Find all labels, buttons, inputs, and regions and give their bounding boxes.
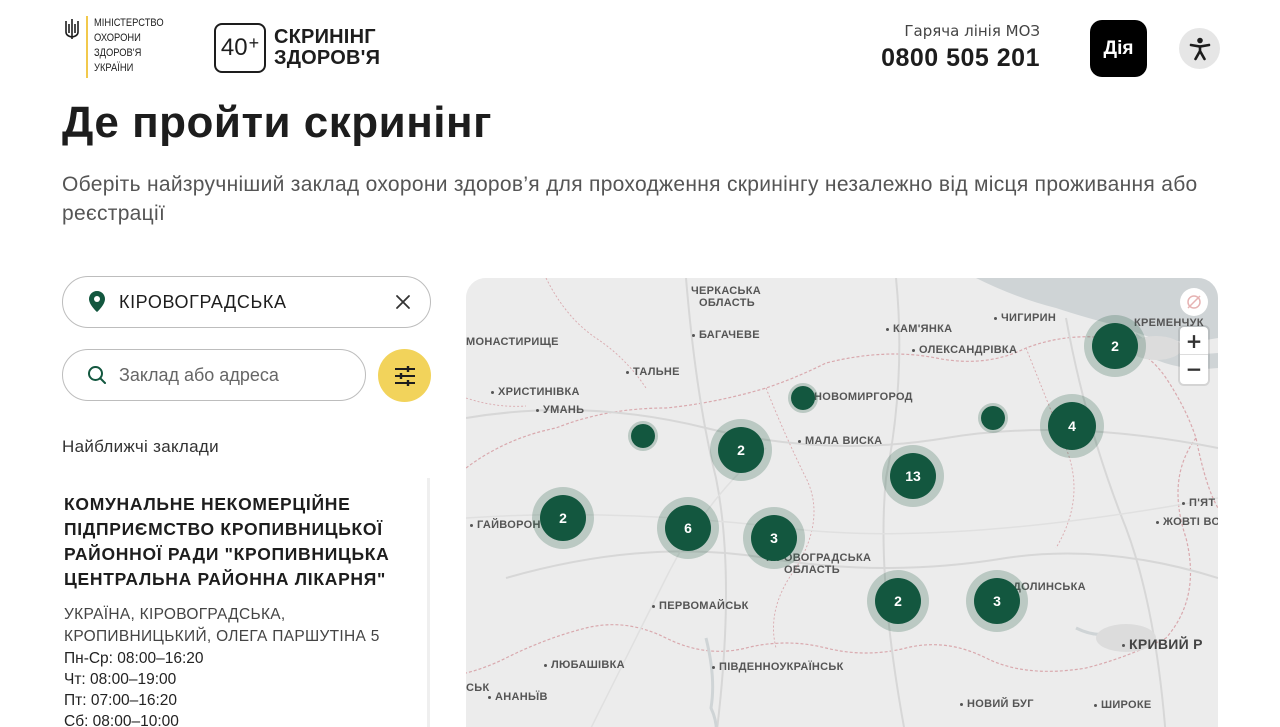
location-disabled-icon xyxy=(1187,295,1201,309)
screening-line-2: ЗДОРОВ'Я xyxy=(274,47,381,69)
map-city-label: ЧИГИРИН xyxy=(994,312,1056,324)
map-city-label: ЖОВТІ ВОД xyxy=(1156,516,1218,528)
search-icon xyxy=(88,366,106,384)
map-cluster-marker[interactable]: 13 xyxy=(882,445,944,507)
map-cluster-count xyxy=(791,386,815,410)
diia-button[interactable]: Дія xyxy=(1090,20,1147,77)
map-city-label: П'ЯТ xyxy=(1182,497,1215,509)
map-city-label: ЧЕРКАСЬКА xyxy=(691,285,761,297)
map-city-label: УМАНЬ xyxy=(536,404,584,416)
map-city-label: ЛЮБАШІВКА xyxy=(544,659,625,671)
accessibility-button[interactable] xyxy=(1179,28,1220,69)
search-box[interactable] xyxy=(62,349,366,401)
facility-hours-row: Пт: 07:00–16:20 xyxy=(64,692,178,709)
location-pin-icon xyxy=(89,291,105,312)
hotline: Гаряча лінія МОЗ 0800 505 201 xyxy=(881,22,1040,73)
map-location-marker[interactable] xyxy=(978,403,1008,433)
map[interactable]: ЧЕРКАСЬКА ОБЛАСТЬ БАГАЧЕВЕ КАМ'ЯНКА ЧИГИ… xyxy=(466,278,1218,727)
moz-logo[interactable]: МІНІСТЕРСТВО ОХОРОНИ ЗДОРОВ'Я УКРАЇНИ xyxy=(64,16,174,78)
map-city-label: ГАЙВОРОН xyxy=(470,519,541,531)
map-city-label: ОБЛАСТЬ xyxy=(784,564,840,576)
map-cluster-count: 6 xyxy=(665,505,711,551)
region-select[interactable]: КІРОВОГРАДСЬКА xyxy=(62,276,431,328)
map-cluster-marker[interactable]: 2 xyxy=(867,570,929,632)
map-cluster-marker[interactable]: 4 xyxy=(1040,394,1104,458)
filter-sliders-icon xyxy=(394,365,415,386)
map-cluster-count: 13 xyxy=(890,453,936,499)
region-value: КІРОВОГРАДСЬКА xyxy=(119,291,287,312)
hotline-number[interactable]: 0800 505 201 xyxy=(881,44,1040,73)
map-cluster-count xyxy=(981,406,1005,430)
map-cluster-count: 3 xyxy=(974,578,1020,624)
screening-logo-badge: 40 + xyxy=(214,23,266,73)
map-cluster-marker[interactable]: 2 xyxy=(710,419,772,481)
facility-list: КОМУНАЛЬНЕ НЕКОМЕРЦІЙНЕ ПІДПРИЄМСТВО КРО… xyxy=(62,478,434,727)
map-cluster-count: 2 xyxy=(1092,323,1138,369)
map-city-label: ШИРОКЕ xyxy=(1094,699,1152,711)
map-city-label: ХРИСТИНІВКА xyxy=(491,386,580,398)
screening-number: 40 xyxy=(220,34,248,61)
screening-logo[interactable]: 40 + СКРИНІНГ ЗДОРОВ'Я xyxy=(214,23,380,73)
facility-name[interactable]: КОМУНАЛЬНЕ НЕКОМЕРЦІЙНЕ ПІДПРИЄМСТВО КРО… xyxy=(64,478,414,592)
facility-hours-row: Сб: 08:00–10:00 xyxy=(64,713,179,727)
map-cluster-marker[interactable]: 3 xyxy=(966,570,1028,632)
map-city-label: ОЛЕКСАНДРІВКА xyxy=(912,344,1017,356)
close-icon[interactable] xyxy=(392,291,414,313)
filter-button[interactable] xyxy=(378,349,431,402)
map-city-label: МАЛА ВИСКА xyxy=(798,435,882,447)
facility-address: УКРАЇНА, КІРОВОГРАДСЬКА, КРОПИВНИЦЬКИЙ, … xyxy=(64,606,380,645)
screening-plus: + xyxy=(248,32,260,53)
logo-divider xyxy=(86,16,88,78)
screening-line-1: СКРИНІНГ xyxy=(274,26,376,48)
map-cluster-marker[interactable]: 2 xyxy=(532,487,594,549)
map-city-label: АНАНЬЇВ xyxy=(488,691,548,703)
accessibility-icon xyxy=(1189,37,1210,60)
moz-logo-text: МІНІСТЕРСТВО ОХОРОНИ ЗДОРОВ'Я УКРАЇНИ xyxy=(94,17,164,74)
map-city-label: КРИВИЙ Р xyxy=(1122,636,1203,652)
map-city-label: ТАЛЬНЕ xyxy=(626,366,680,378)
map-city-label: ОБЛАСТЬ xyxy=(699,297,755,309)
map-city-label: НОВИЙ БУГ xyxy=(960,698,1034,710)
map-city-label: МОНАСТИРИЩЕ xyxy=(466,336,559,348)
hotline-label: Гаряча лінія МОЗ xyxy=(904,22,1040,40)
map-city-label: СЬК xyxy=(466,682,490,694)
screening-logo-text: СКРИНІНГ ЗДОРОВ'Я xyxy=(274,27,380,69)
map-cluster-marker[interactable]: 6 xyxy=(657,497,719,559)
page-subtitle: Оберіть найзручніший заклад охорони здор… xyxy=(62,173,1198,225)
page-title: Де пройти скринінг xyxy=(62,98,492,147)
map-cluster-marker[interactable]: 3 xyxy=(743,507,805,569)
map-cluster-count xyxy=(631,424,655,448)
map-city-label: КАМ'ЯНКА xyxy=(886,323,952,335)
map-zoom-control: + − xyxy=(1180,327,1208,384)
map-location-marker[interactable] xyxy=(628,421,658,451)
map-city-label: ПІВДЕННОУКРАЇНСЬК xyxy=(712,661,844,673)
map-cluster-count: 2 xyxy=(718,427,764,473)
map-cluster-count: 2 xyxy=(540,495,586,541)
map-locate-button[interactable] xyxy=(1180,288,1208,316)
facility-hours-row: Пн-Ср: 08:00–16:20 xyxy=(64,650,204,667)
nearest-facilities-label: Найближчі заклади xyxy=(62,437,219,456)
map-cluster-marker[interactable]: 2 xyxy=(1084,315,1146,377)
zoom-out-button[interactable]: − xyxy=(1180,355,1208,383)
search-input[interactable] xyxy=(119,364,359,386)
map-location-marker[interactable] xyxy=(788,383,818,413)
map-city-label: НОВОМИРГОРОД xyxy=(814,391,913,403)
map-cluster-count: 4 xyxy=(1048,402,1096,450)
facility-card[interactable]: КОМУНАЛЬНЕ НЕКОМЕРЦІЙНЕ ПІДПРИЄМСТВО КРО… xyxy=(62,478,434,727)
trident-icon xyxy=(65,19,79,39)
map-cluster-count: 2 xyxy=(875,578,921,624)
zoom-in-button[interactable]: + xyxy=(1180,327,1208,355)
facility-hours-row: Чт: 08:00–19:00 xyxy=(64,671,177,688)
map-cluster-count: 3 xyxy=(751,515,797,561)
map-city-label: ПЕРВОМАЙСЬК xyxy=(652,600,749,612)
map-city-label: БАГАЧЕВЕ xyxy=(692,329,760,341)
site-header: МІНІСТЕРСТВО ОХОРОНИ ЗДОРОВ'Я УКРАЇНИ 40… xyxy=(0,0,1280,92)
facility-hours: Пн-Ср: 08:00–16:20 Чт: 08:00–19:00 Пт: 0… xyxy=(64,648,434,727)
